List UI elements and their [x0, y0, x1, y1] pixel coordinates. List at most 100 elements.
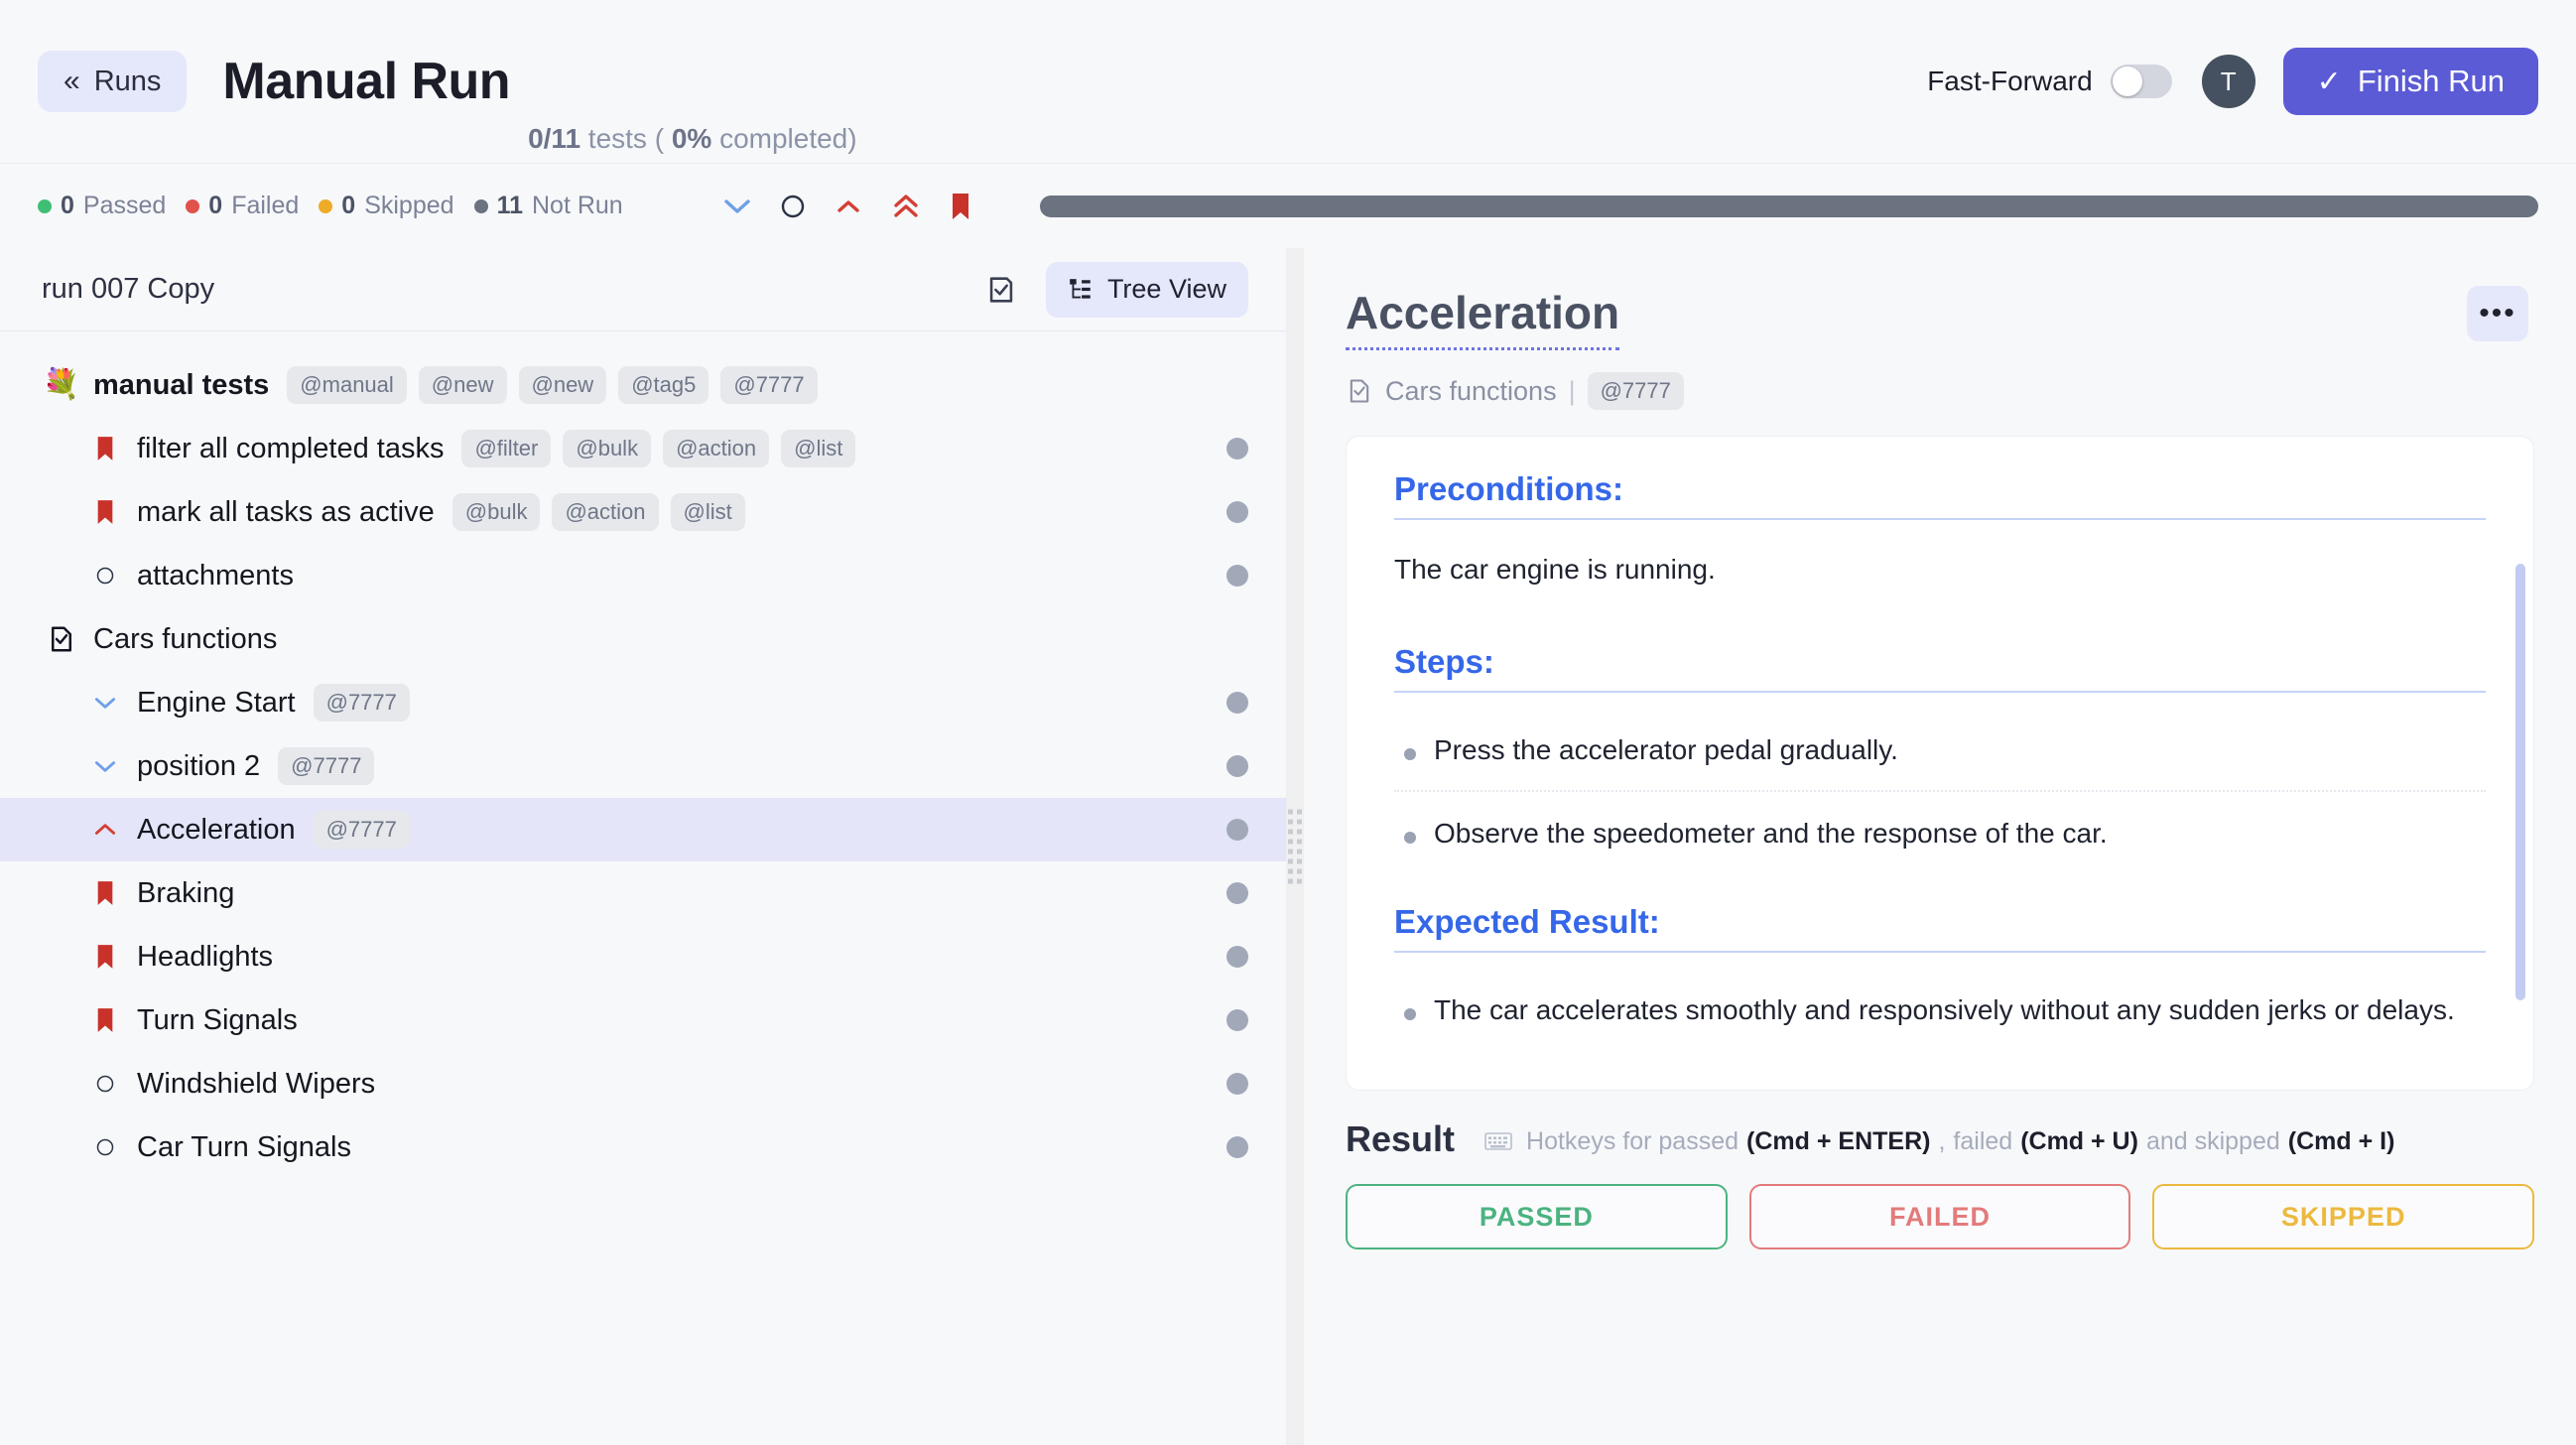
result-passed-button[interactable]: PASSED	[1346, 1184, 1728, 1249]
breadcrumb-suite-name[interactable]: Cars functions	[1385, 376, 1557, 407]
bookmark-icon	[97, 881, 113, 905]
tree-row[interactable]: 💐 manual tests @manual @new @new @tag5 @7777	[0, 353, 1286, 417]
tree-row-tags: @7777	[313, 811, 410, 849]
double-chevron-up-icon[interactable]	[891, 194, 921, 219]
tests-tree[interactable]: 💐 manual tests @manual @new @new @tag5 @7777 fi…	[0, 331, 1286, 1445]
tree-row-status-dot[interactable]	[1226, 692, 1248, 714]
tree-row-status-dot[interactable]	[1226, 882, 1248, 904]
tree-row-label: Windshield Wipers	[137, 1067, 376, 1100]
tree-row-label: Cars functions	[93, 622, 278, 655]
tree-row[interactable]: mark all tasks as active @bulk @action @lis…	[0, 480, 1286, 544]
failed-label: Failed	[231, 192, 300, 219]
file-check-icon	[42, 624, 81, 654]
circle-icon	[85, 1074, 125, 1094]
hotkey-passed: (Cmd + ENTER)	[1746, 1126, 1931, 1155]
status-dot-passed	[38, 198, 52, 213]
bouquet-emoji-icon: 💐	[42, 370, 81, 400]
list-item: Press the accelerator pedal gradually.	[1394, 726, 2486, 790]
tree-row-label: position 2	[137, 749, 261, 782]
not-run-count: 11	[496, 192, 523, 219]
tag-chip: @7777	[313, 811, 410, 849]
status-summary-row: 0 Passed 0 Failed 0 Skipped 11 Not Run	[0, 164, 2576, 248]
clipboard-check-icon	[989, 276, 1013, 303]
run-progress-percent: 0%	[671, 123, 712, 154]
hotkeys-prefix: Hotkeys for passed	[1526, 1126, 1739, 1155]
tree-row[interactable]: Braking	[0, 861, 1286, 925]
tag-chip: @tag5	[618, 366, 709, 404]
tree-row[interactable]: Acceleration @7777	[0, 798, 1286, 861]
not-run-label: Not Run	[532, 192, 623, 219]
tree-row-status-dot[interactable]	[1226, 565, 1248, 587]
tree-row[interactable]: Engine Start @7777	[0, 671, 1286, 734]
run-progress-completed-word: completed)	[719, 123, 857, 154]
status-counters: 0 Passed 0 Failed 0 Skipped 11 Not Run	[38, 192, 623, 220]
tree-row-status-dot[interactable]	[1226, 755, 1248, 777]
list-item-text: Observe the speedometer and the response…	[1434, 818, 2108, 849]
circle-icon	[85, 1137, 125, 1157]
result-failed-button[interactable]: FAILED	[1748, 1184, 2131, 1249]
tree-row-status-dot[interactable]	[1226, 819, 1248, 841]
hotkeys-failed-word: failed	[1953, 1126, 2013, 1155]
tree-row-status-dot[interactable]	[1226, 438, 1248, 460]
tree-row[interactable]: attachments	[0, 544, 1286, 607]
bookmark-icon	[97, 500, 113, 524]
bookmark-icon	[85, 498, 125, 526]
status-counter-not-run: 11 Not Run	[473, 192, 623, 220]
tree-row-status-dot[interactable]	[1226, 1009, 1248, 1031]
tree-row-status-dot[interactable]	[1226, 501, 1248, 523]
tree-row[interactable]: Cars functions	[0, 607, 1286, 671]
avatar[interactable]: T	[2201, 55, 2255, 108]
result-skipped-button[interactable]: SKIPPED	[2152, 1184, 2535, 1249]
steps-list: Press the accelerator pedal gradually. Ob…	[1394, 726, 2486, 873]
tree-row[interactable]: filter all completed tasks @filter @bulk @a…	[0, 417, 1286, 480]
tree-row-status-dot[interactable]	[1226, 1136, 1248, 1158]
finish-run-button[interactable]: ✓ Finish Run	[2282, 48, 2538, 115]
chevron-down-icon[interactable]	[722, 197, 752, 216]
back-to-runs-button[interactable]: « Runs	[38, 51, 188, 112]
expected-result-heading: Expected Result:	[1394, 903, 2486, 953]
header-actions: Fast-Forward T ✓ Finish Run	[1927, 48, 2538, 115]
tree-view-icon	[1070, 278, 1091, 299]
breadcrumb: Cars functions | @7777	[1346, 372, 1684, 410]
bookmark-icon	[97, 1008, 113, 1032]
tree-row[interactable]: Headlights	[0, 925, 1286, 988]
tree-row[interactable]: position 2 @7777	[0, 734, 1286, 798]
status-counter-passed: 0 Passed	[38, 192, 166, 220]
bookmark-icon	[97, 945, 113, 969]
run-progress-bar	[1039, 195, 2538, 217]
hotkeys-and-word: and skipped	[2145, 1126, 2280, 1155]
circle-icon[interactable]	[780, 194, 806, 219]
detail-header: Acceleration Cars functions | @7777 •••	[1304, 248, 2576, 410]
tree-row-label: Headlights	[137, 940, 274, 973]
chevron-up-icon[interactable]	[834, 197, 863, 216]
result-hotkeys-hint: Hotkeys for passed (Cmd + ENTER) , faile…	[1484, 1127, 2394, 1156]
result-buttons: PASSED FAILED SKIPPED	[1346, 1184, 2535, 1249]
tree-row-status-dot[interactable]	[1226, 1073, 1248, 1095]
tag-chip: @7777	[720, 366, 818, 404]
fast-forward-toggle[interactable]	[2110, 65, 2172, 98]
tree-view-button[interactable]: Tree View	[1045, 261, 1248, 318]
run-progress-meta: 0/11 tests ( 0% completed)	[528, 123, 857, 163]
detail-title: Acceleration	[1346, 286, 1620, 350]
tree-row-label: Acceleration	[137, 813, 296, 846]
main-split: run 007 Copy Tree View 💐 manual tests @m…	[0, 248, 2576, 1445]
tree-row[interactable]: Windshield Wipers	[0, 1052, 1286, 1116]
tree-row-status-dot[interactable]	[1226, 946, 1248, 968]
pane-resize-handle[interactable]	[1286, 248, 1304, 1445]
tree-row-label: attachments	[137, 559, 294, 591]
run-name: run 007 Copy	[42, 273, 215, 305]
detail-more-button[interactable]: •••	[2467, 286, 2528, 341]
circle-icon	[96, 1075, 114, 1093]
bookmark-icon	[97, 437, 113, 460]
clipboard-check-icon-button[interactable]	[978, 267, 1024, 313]
tag-chip: @new	[518, 366, 607, 404]
keyboard-icon	[1484, 1131, 1512, 1151]
file-check-icon	[1350, 379, 1369, 403]
result-header: Result Hotkeys for passed (Cmd + ENTER) …	[1346, 1118, 2534, 1160]
breadcrumb-divider: |	[1568, 375, 1576, 406]
tree-row-label: Car Turn Signals	[137, 1130, 351, 1163]
bookmark-icon[interactable]	[949, 192, 972, 221]
tree-row[interactable]: Car Turn Signals	[0, 1116, 1286, 1179]
detail-card-scrollbar[interactable]	[2515, 564, 2525, 1000]
tree-row[interactable]: Turn Signals	[0, 988, 1286, 1052]
